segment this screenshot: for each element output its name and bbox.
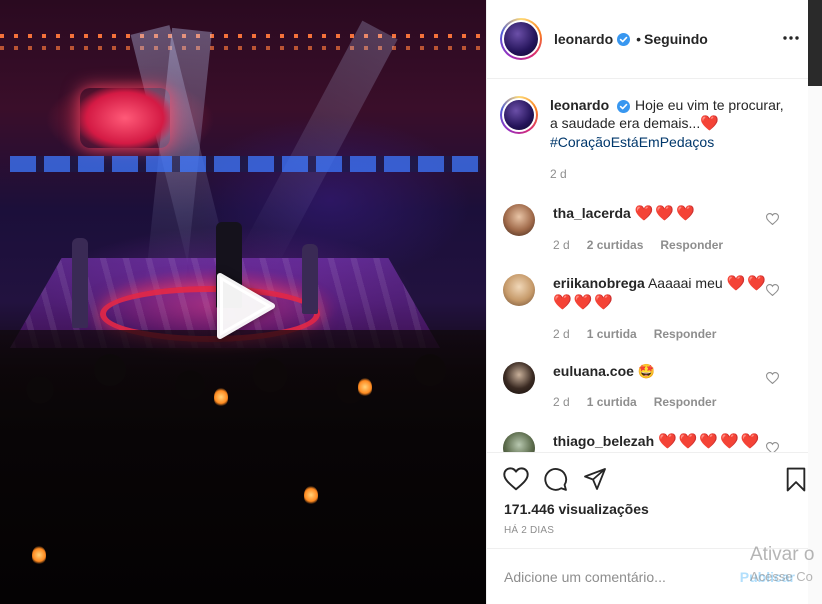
author-username[interactable]: leonardo	[554, 31, 613, 47]
comment-item: eriikanobrega Aaaaai meu ❤️❤️ ❤️❤️❤️ 2 d…	[503, 274, 795, 343]
bookmark-icon[interactable]	[785, 467, 807, 492]
comments-list[interactable]: tha_lacerda ❤️❤️❤️ 2 d 2 curtidas Respon…	[487, 190, 809, 452]
comment-item: euluana.coe 🤩 2 d 1 curtida Responder	[503, 362, 795, 411]
following-button[interactable]: Seguindo	[644, 31, 708, 47]
comment-like-icon[interactable]	[766, 372, 779, 384]
comment-like-icon[interactable]	[766, 442, 779, 452]
view-count[interactable]: 171.446 visualizações	[504, 501, 649, 517]
share-icon[interactable]	[583, 467, 607, 491]
comment-likes[interactable]: 2 curtidas	[587, 236, 644, 254]
comment-text: ❤️❤️❤️❤️❤️	[658, 433, 762, 450]
table-lamp	[358, 378, 372, 396]
reply-button[interactable]: Responder	[660, 236, 723, 254]
separator-dot: •	[636, 31, 642, 47]
heart-icon[interactable]	[503, 467, 529, 491]
table-lamp	[32, 546, 46, 564]
dancer-figure	[302, 244, 318, 314]
watermark-line-1: Ativar o	[750, 544, 815, 565]
dancer-figure	[72, 238, 88, 328]
play-button[interactable]	[205, 266, 285, 346]
post-details-panel: leonardo • Seguindo leonardo Hoje eu vim…	[486, 0, 809, 604]
comment-text: ❤️❤️❤️	[634, 205, 697, 222]
comment-likes[interactable]: 1 curtida	[587, 325, 637, 343]
reply-button[interactable]: Responder	[654, 393, 717, 411]
commenter-username[interactable]: thiago_belezah	[553, 433, 654, 449]
activation-watermark: Ativar o Acesse Co	[750, 544, 814, 588]
commenter-username[interactable]: tha_lacerda	[553, 205, 631, 221]
comment-input[interactable]	[504, 568, 734, 585]
more-options-icon[interactable]	[783, 30, 799, 46]
table-lamp	[304, 486, 318, 504]
comment-text: 🤩	[637, 363, 656, 379]
comment-emoji: ❤️❤️	[726, 275, 768, 292]
verified-badge-icon	[617, 32, 631, 46]
commenter-avatar[interactable]	[503, 432, 535, 452]
post-video[interactable]	[0, 0, 486, 604]
caption-username[interactable]: leonardo	[550, 97, 609, 113]
comment-like-icon[interactable]	[766, 213, 779, 225]
caption-timestamp[interactable]: 2 d	[550, 165, 792, 183]
comment-like-icon[interactable]	[766, 284, 779, 296]
commenter-avatar[interactable]	[503, 362, 535, 394]
author-avatar-image	[504, 22, 538, 56]
comment-time[interactable]: 2 d	[553, 325, 570, 343]
led-screens	[10, 156, 480, 172]
post-date[interactable]: HÁ 2 DIAS	[504, 525, 554, 536]
comment-likes[interactable]: 1 curtida	[587, 393, 637, 411]
commenter-username[interactable]: eriikanobrega	[553, 275, 645, 291]
stage-lights	[0, 46, 486, 50]
post-caption: leonardo Hoje eu vim te procurar, a saud…	[500, 96, 800, 183]
comment-item: tha_lacerda ❤️❤️❤️ 2 d 2 curtidas Respon…	[503, 204, 795, 254]
commenter-username[interactable]: euluana.coe	[553, 363, 634, 379]
commenter-avatar[interactable]	[503, 274, 535, 306]
caption-avatar-image	[504, 100, 534, 130]
spotlight-beam	[240, 20, 398, 269]
commenter-avatar[interactable]	[503, 204, 535, 236]
background-strip	[808, 0, 822, 86]
play-icon	[217, 273, 275, 339]
show-logo-sign	[80, 88, 170, 148]
comment-item: thiago_belezah ❤️❤️❤️❤️❤️	[503, 432, 795, 452]
comment-icon[interactable]	[543, 467, 568, 492]
stage-lights	[0, 34, 486, 38]
post-actions: 171.446 visualizações HÁ 2 DIAS	[487, 452, 809, 548]
audience-silhouettes	[0, 330, 486, 604]
table-lamp	[214, 388, 228, 406]
comment-text: Aaaaai meu	[647, 275, 723, 291]
caption-hashtag[interactable]: #CoraçãoEstáEmPedaços	[550, 134, 714, 150]
post-header: leonardo • Seguindo	[487, 0, 809, 79]
verified-badge-icon	[617, 99, 631, 113]
author-avatar[interactable]	[500, 18, 542, 60]
window-edge	[808, 0, 822, 604]
caption-emoji: ❤️	[700, 115, 721, 132]
comment-time[interactable]: 2 d	[553, 236, 570, 254]
comment-time[interactable]: 2 d	[553, 393, 570, 411]
reply-button[interactable]: Responder	[654, 325, 717, 343]
watermark-line-2: Acesse Co	[750, 569, 813, 584]
comment-emoji: ❤️❤️❤️	[553, 294, 616, 311]
caption-author-avatar[interactable]	[500, 96, 538, 134]
